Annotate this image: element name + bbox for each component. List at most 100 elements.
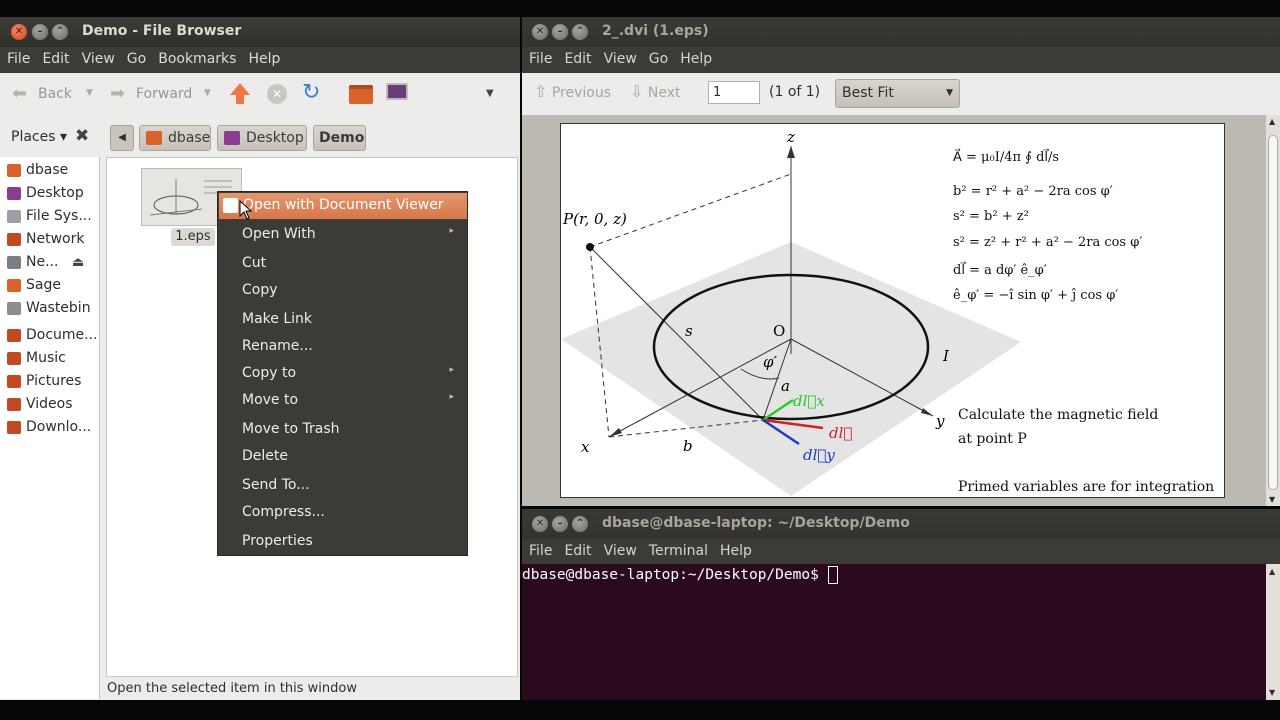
forward-button[interactable]: ➡ Forward ▼: [108, 83, 216, 107]
sidebar-item-network[interactable]: Network: [0, 228, 99, 251]
menu-bookmarks[interactable]: Bookmarks: [151, 47, 241, 67]
back-dropdown-icon[interactable]: ▼: [86, 88, 93, 98]
previous-page-button[interactable]: ⇧ Previous: [534, 82, 624, 106]
terminal-scrollbar[interactable]: ▲ ▼: [1266, 564, 1280, 700]
forward-dropdown-icon[interactable]: ▼: [204, 88, 211, 98]
sidebar-item-wastebin[interactable]: Wastebin: [0, 297, 99, 320]
maximize-window-button[interactable]: ⌃: [52, 24, 68, 40]
sidebar-item-filesystem[interactable]: File Sys...: [0, 205, 99, 228]
eject-icon[interactable]: ⏏: [72, 251, 84, 274]
scrollbar-thumb[interactable]: [1268, 135, 1278, 490]
window-title: dbase@dbase-laptop: ~/Desktop/Demo: [602, 515, 910, 531]
origin-label: O: [773, 322, 785, 340]
terminal-area[interactable]: dbase@dbase-laptop:~/Desktop/Demo$: [522, 564, 1266, 700]
minimize-window-button[interactable]: –: [552, 516, 568, 532]
breadcrumb-desktop[interactable]: Desktop: [217, 125, 307, 151]
sidebar-item-dbase[interactable]: dbase: [0, 159, 99, 182]
viewer-scrollbar[interactable]: ▲ ▼: [1266, 115, 1280, 506]
equation-2: b² = r² + a² − 2ra cos φ′: [953, 184, 1113, 199]
sidebar-item-network-drive[interactable]: Ne... ⏏: [0, 251, 99, 274]
network-folder-icon: [7, 233, 21, 246]
menu-item-open-with-document-viewer[interactable]: Open with Document Viewer: [219, 193, 467, 219]
next-page-button[interactable]: ⇩ Next: [630, 82, 694, 106]
minimize-window-button[interactable]: –: [552, 24, 568, 40]
terminal-titlebar[interactable]: ✕ – ⌃ dbase@dbase-laptop: ~/Desktop/Demo: [522, 509, 1280, 539]
breadcrumb-demo[interactable]: Demo: [313, 125, 366, 151]
dlx-label: dl⃗x: [793, 392, 825, 410]
equation-6: ê_φ′ = −î sin φ′ + ĵ cos φ′: [953, 288, 1119, 303]
a-label: a: [781, 377, 790, 395]
menu-item-send-to[interactable]: Send To...: [242, 477, 462, 493]
stop-icon[interactable]: ✕: [267, 84, 287, 104]
menu-edit[interactable]: Edit: [557, 47, 596, 67]
terminal-cursor: [827, 566, 838, 584]
menu-item-properties[interactable]: Properties: [242, 533, 462, 549]
menu-edit[interactable]: Edit: [35, 47, 74, 67]
menu-item-move-to[interactable]: Move to ▸: [242, 392, 462, 408]
menu-help[interactable]: Help: [673, 47, 717, 67]
close-window-button[interactable]: ✕: [11, 24, 27, 40]
places-label[interactable]: Places ▾: [11, 129, 67, 145]
document-area[interactable]: z x y P(r, 0, z) O s a b φ′ I dl⃗x dl⃗ d…: [522, 115, 1266, 506]
menu-item-cut[interactable]: Cut: [242, 255, 462, 271]
scroll-up-icon[interactable]: ▲: [1269, 117, 1275, 126]
menu-item-rename[interactable]: Rename...: [242, 338, 462, 354]
sidebar-item-desktop[interactable]: Desktop: [0, 182, 99, 205]
menu-view[interactable]: View: [75, 47, 120, 67]
menu-file[interactable]: File: [0, 47, 35, 67]
minimize-window-button[interactable]: –: [32, 24, 48, 40]
menu-view[interactable]: View: [597, 539, 642, 559]
home-folder-icon[interactable]: [349, 85, 373, 104]
menu-item-make-link[interactable]: Make Link: [242, 311, 462, 327]
sidebar-item-pictures[interactable]: Pictures: [0, 370, 99, 393]
sidebar-item-sage[interactable]: Sage: [0, 274, 99, 297]
menu-item-move-to-trash[interactable]: Move to Trash: [242, 421, 462, 437]
maximize-window-button[interactable]: ⌃: [572, 24, 588, 40]
context-menu: Open with Document Viewer Open With ▸ Cut…: [217, 191, 468, 556]
sidebar-item-music[interactable]: Music: [0, 347, 99, 370]
dl-label: dl⃗: [829, 424, 852, 442]
breadcrumb-dbase[interactable]: dbase: [139, 125, 211, 151]
menu-item-copy[interactable]: Copy: [242, 282, 462, 298]
menu-file[interactable]: File: [522, 47, 557, 67]
menu-help[interactable]: Help: [241, 47, 285, 67]
page-count: (1 of 1): [769, 84, 821, 100]
menu-item-delete[interactable]: Delete: [242, 448, 462, 464]
menu-item-open-with[interactable]: Open With ▸: [242, 226, 462, 242]
menubar: File Edit View Go Bookmarks Help: [0, 47, 520, 73]
zoom-select[interactable]: Best Fit ▼: [835, 79, 960, 108]
sidebar-item-downloads[interactable]: Downlo...: [0, 416, 99, 439]
down-arrow-icon: ⇩: [630, 82, 644, 101]
back-button[interactable]: ⬅ Back ▼: [10, 83, 100, 107]
file-browser-titlebar[interactable]: ✕ – ⌃ Demo - File Browser: [0, 17, 520, 47]
menu-file[interactable]: File: [522, 539, 557, 559]
scroll-down-icon[interactable]: ▼: [1269, 495, 1275, 504]
menu-edit[interactable]: Edit: [557, 539, 596, 559]
sidebar-item-documents[interactable]: Docume...: [0, 324, 99, 347]
maximize-window-button[interactable]: ⌃: [572, 516, 588, 532]
viewer-titlebar[interactable]: ✕ – ⌃ 2_.dvi (1.eps): [522, 17, 1280, 47]
close-sidebar-icon[interactable]: ✖: [75, 126, 89, 146]
close-window-button[interactable]: ✕: [532, 24, 548, 40]
page-number-input[interactable]: 1: [708, 81, 760, 104]
breadcrumb-back-button[interactable]: ◀: [110, 125, 134, 151]
menu-help[interactable]: Help: [713, 539, 757, 559]
axis-z-label: z: [786, 128, 795, 146]
menu-go[interactable]: Go: [642, 47, 673, 67]
menu-go[interactable]: Go: [120, 47, 151, 67]
toolbar-overflow-icon[interactable]: ▼: [486, 88, 494, 99]
menu-item-copy-to[interactable]: Copy to ▸: [242, 365, 462, 381]
sidebar-item-videos[interactable]: Videos: [0, 393, 99, 416]
reload-icon[interactable]: ↻: [302, 82, 320, 104]
trash-icon: [7, 302, 21, 315]
menu-view[interactable]: View: [597, 47, 642, 67]
menu-terminal[interactable]: Terminal: [642, 539, 713, 559]
magnetic-field-figure: z x y P(r, 0, z) O s a b φ′ I dl⃗x dl⃗ d…: [561, 128, 1021, 496]
scroll-down-icon[interactable]: ▼: [1269, 688, 1275, 697]
close-window-button[interactable]: ✕: [532, 516, 548, 532]
menu-item-compress[interactable]: Compress...: [242, 504, 462, 520]
scroll-up-icon[interactable]: ▲: [1269, 567, 1275, 576]
computer-icon[interactable]: [386, 83, 408, 100]
home-folder-icon: [146, 131, 162, 145]
videos-folder-icon: [7, 398, 21, 411]
